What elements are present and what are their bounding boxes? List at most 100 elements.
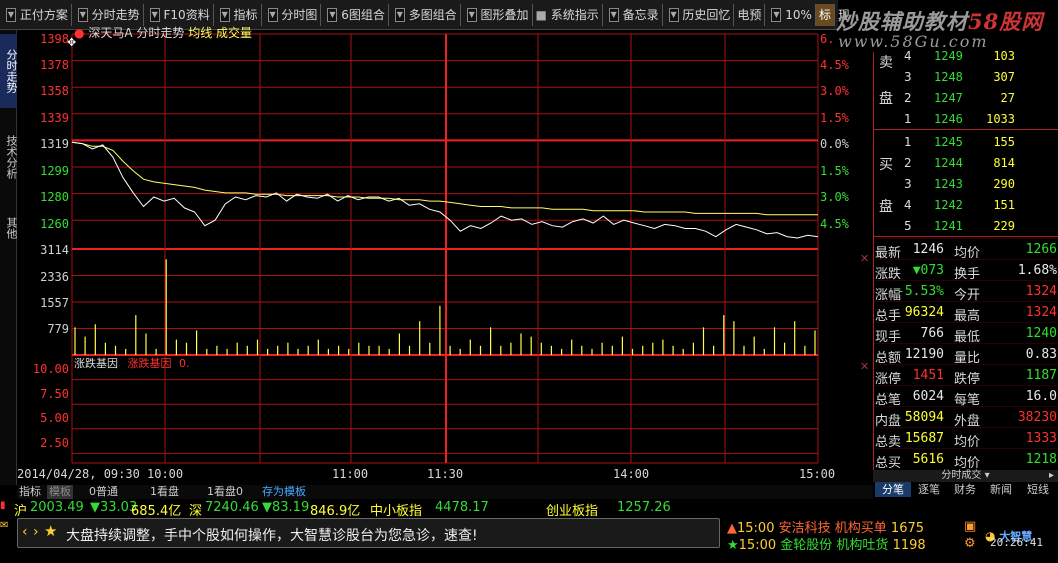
close-pane-icon[interactable]: ✕ [860, 252, 869, 265]
quote-value: 58094 [904, 410, 944, 425]
vol-tick: 3114 [40, 243, 69, 257]
buy-row[interactable]: 3 1243 290 [874, 173, 1058, 194]
book-divider [874, 236, 1058, 237]
cy-label[interactable]: 创业板指 [546, 500, 598, 519]
tab-finance[interactable]: 财务 [947, 482, 983, 497]
left-tab-other[interactable]: 其他 [0, 208, 18, 248]
alert-star-icon: ★ [727, 538, 739, 553]
close-pane-icon[interactable]: ✕ [860, 360, 869, 373]
quote-value: 96324 [904, 305, 944, 320]
tab-short[interactable]: 短线 [1019, 482, 1057, 497]
toolbar-item-multichart[interactable]: ▼ 多图组合 [389, 3, 461, 26]
quote-row: 内盘 58094 外盘 38230 [874, 406, 1058, 429]
chevron-down-icon: ▼ [466, 8, 477, 22]
toolbar-item-indicator[interactable]: ▼ 指标 [214, 3, 262, 26]
alert-list: ▲15:00 安洁科技 机构买单 1675 ★15:00 金轮股份 机构吐货 1… [727, 517, 962, 553]
quote-value: 12190 [904, 347, 944, 362]
trade-header[interactable]: 分时成交 ▾ ▸ [873, 470, 1058, 482]
quote-row: 现手 766 最低 1240 [874, 322, 1058, 345]
toolbar-item-plan[interactable]: ▼ 正付方案 [0, 3, 72, 26]
tab-watch0[interactable]: 1看盘0 [207, 485, 243, 499]
toolbar-item-chart[interactable]: ▼ 分时图 [262, 3, 322, 26]
gear-icon[interactable]: ⚙ [964, 536, 976, 551]
tab-template[interactable]: 模板 [47, 485, 73, 499]
alert-item[interactable]: ★15:00 金轮股份 机构吐货 1198 [727, 534, 926, 553]
quote-row: 总笔 6024 每笔 16.0 [874, 385, 1058, 408]
flag-icon: ▮ [0, 500, 6, 511]
chevron-down-icon: ▼ [77, 8, 88, 22]
left-tab-timeshare[interactable]: 分时走势 [0, 34, 18, 108]
toolbar-item-mark[interactable]: 标 [815, 3, 835, 26]
sell-row[interactable]: 3 1248 307 [874, 66, 1058, 87]
legend-avg: 均线 [188, 26, 213, 40]
price-tick: 1358 [40, 84, 69, 98]
legend-vol: 成交量 [216, 26, 253, 40]
chevron-down-icon: ▼ [771, 8, 782, 22]
time-tick: 11:30 [427, 467, 464, 481]
mail-icon[interactable]: ✉ [0, 520, 14, 532]
quote-value: 38230 [1017, 410, 1057, 425]
toolbar-item-f10[interactable]: ▼ F10资料 [144, 3, 214, 26]
quote-value: 766 [920, 326, 944, 341]
next-icon[interactable]: › [33, 524, 39, 540]
ind-tick: 10.00 [32, 362, 69, 376]
quote-row: 涨跌 ▼073 换手 1.68% [874, 259, 1058, 282]
sz-change: ▼83.19 [262, 500, 310, 515]
chart-grid [71, 33, 819, 464]
quote-value: 1187 [1025, 368, 1057, 383]
time-tick: 10:00 [147, 467, 184, 481]
chevron-down-icon: ▾ [984, 470, 990, 481]
price-tick: 1319 [40, 137, 69, 151]
toolbar-item-history[interactable]: ▼ 历史回忆 [663, 3, 735, 26]
book-divider [874, 129, 1058, 130]
prev-icon[interactable]: ‹ [22, 524, 28, 540]
chevron-right-icon[interactable]: ▸ [1049, 470, 1054, 482]
toolbar-item-overlay[interactable]: ▼ 图形叠加 [461, 3, 533, 26]
toolbar-item-10pct[interactable]: ▼ 10% [765, 3, 816, 26]
chart-legend: ● 深天马A 分时走势 均线 成交量 [74, 24, 252, 41]
zx-value: 4478.17 [435, 500, 489, 515]
toolbar-item-6chart[interactable]: ▼ 6图组合 [321, 3, 389, 26]
chart-canvas [71, 33, 819, 464]
price-tick: 1299 [40, 164, 69, 178]
buy-row[interactable]: 2 1244 814 [874, 152, 1058, 173]
tab-news[interactable]: 新闻 [983, 482, 1019, 497]
notification-icon[interactable]: ▣ [964, 519, 976, 534]
sell-row[interactable]: 2 1247 27 [874, 87, 1058, 108]
buy-row[interactable]: 4 1242 151 [874, 194, 1058, 215]
sh-value: 2003.49 [30, 500, 84, 515]
pct-tick: 0.0% [820, 137, 849, 151]
tab-indicator[interactable]: 指标 [19, 485, 41, 499]
time-tick: 14:00 [613, 467, 650, 481]
sell-row[interactable]: 4 1249 103 [874, 45, 1058, 66]
timeshare-chart[interactable]: ● 深天马A 分时走势 均线 成交量 ✥ 1398 1378 1358 1339… [17, 26, 873, 485]
toolbar-item-memo[interactable]: ▼ 备忘录 [603, 3, 663, 26]
tab-normal[interactable]: 0普通 [89, 485, 118, 499]
buy-row[interactable]: 5 1241 229 [874, 215, 1058, 236]
toolbar-item-electronic[interactable]: 电预 [734, 3, 766, 26]
pct-tick: 4.5% [820, 217, 849, 231]
zx-label[interactable]: 中小板指 [370, 500, 422, 519]
news-text[interactable]: 大盘持续调整，手中个股如何操作，大智慧诊股台为您急诊，速查! [66, 525, 478, 545]
quote-value: 1240 [1025, 326, 1057, 341]
left-tab-technical[interactable]: 技术分析 [0, 120, 18, 194]
sell-row[interactable]: 1 1246 1033 [874, 108, 1058, 129]
tab-tick[interactable]: 分笔 [875, 482, 911, 497]
toolbar-item-timeshare[interactable]: ▼ 分时走势 [72, 3, 144, 26]
quote-panel: 卖 盘 4 1249 103 3 1248 307 2 1247 27 1 1246 1033 … [873, 49, 1058, 471]
news-ticker[interactable]: ‹ › ★ 大盘持续调整，手中个股如何操作，大智慧诊股台为您急诊，速查! [17, 518, 720, 548]
template-tab-bar: 指标 模板 0普通 1看盘 1看盘0 存为模板 [17, 485, 873, 499]
price-tick: 1378 [40, 58, 69, 72]
ind-tick: 7.50 [40, 387, 69, 401]
sh-label[interactable]: 沪 [14, 500, 27, 519]
toolbar-item-system[interactable]: ■ 系统指示 [533, 3, 603, 26]
quote-value: 1.68% [1017, 263, 1057, 278]
quote-value: 15687 [904, 431, 944, 446]
quote-row: 最新 1246 均价 1266 [874, 238, 1058, 261]
quote-value: 16.0 [1025, 389, 1057, 404]
sz-label[interactable]: 深 [189, 500, 202, 519]
tab-save-template[interactable]: 存为模板 [262, 485, 306, 499]
buy-row[interactable]: 1 1245 155 [874, 131, 1058, 152]
tab-each[interactable]: 逐笔 [911, 482, 947, 497]
tab-watch[interactable]: 1看盘 [150, 485, 179, 499]
